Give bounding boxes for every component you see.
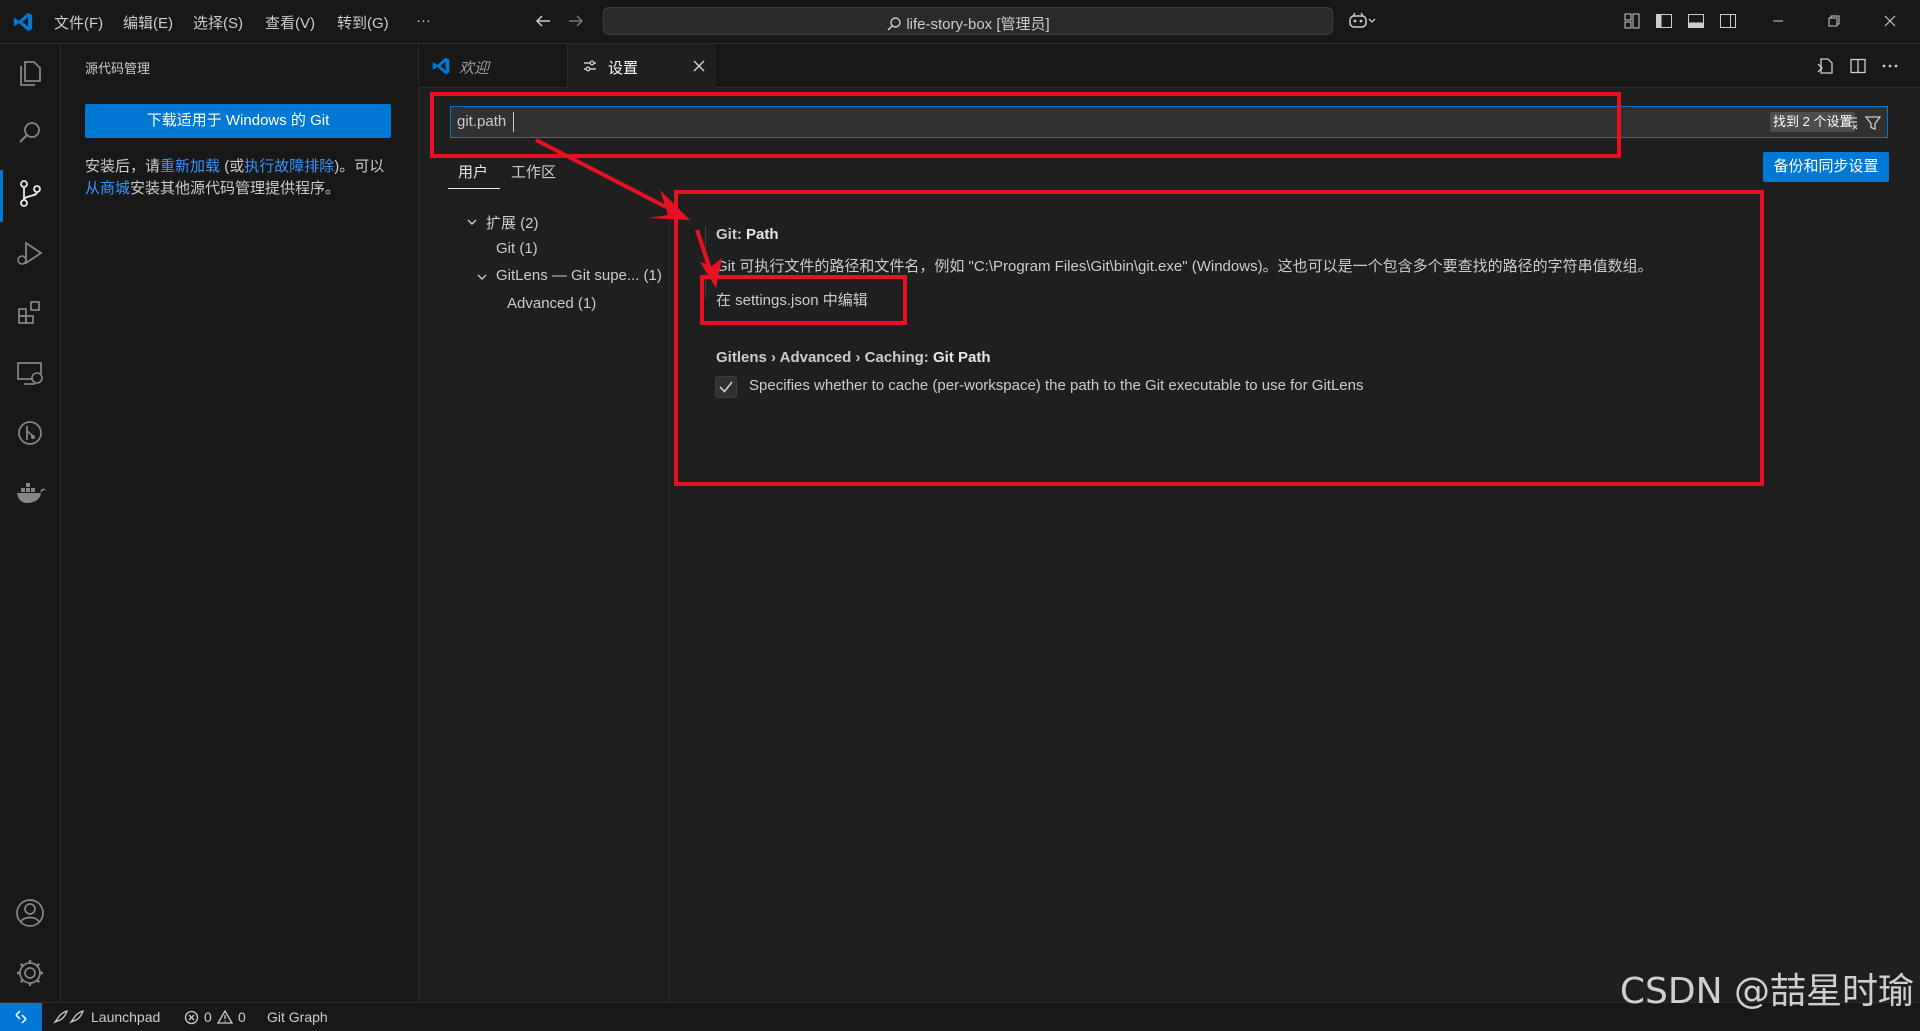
download-git-button[interactable]: 下载适用于 Windows 的 Git	[85, 104, 391, 138]
remote-explorer-icon[interactable]	[13, 356, 47, 390]
customize-layout-icon[interactable]	[1622, 11, 1642, 31]
annotation-box-results	[674, 190, 1764, 486]
scope-tab-workspace[interactable]: 工作区	[511, 161, 556, 182]
warning-icon	[217, 1009, 233, 1024]
restore-icon[interactable]	[1824, 11, 1844, 31]
close-tab-icon[interactable]	[692, 59, 706, 73]
accounts-icon[interactable]	[13, 896, 47, 930]
error-count[interactable]: 0	[204, 1009, 212, 1025]
menu-selection[interactable]: 选择(S)	[193, 12, 243, 33]
reload-link[interactable]: 重新加载	[160, 158, 220, 175]
toggle-secondary-sidebar-icon[interactable]	[1718, 11, 1738, 31]
remote-indicator[interactable]	[0, 1003, 42, 1031]
docker-icon[interactable]	[13, 476, 47, 510]
source-control-icon[interactable]	[13, 176, 47, 210]
search-icon	[887, 17, 902, 31]
csdn-watermark: CSDN @喆星时瑜	[1619, 971, 1914, 1012]
git-graph-icon[interactable]	[13, 416, 47, 450]
forward-arrow-icon[interactable]	[566, 11, 586, 31]
tab-welcome[interactable]: 欢迎	[419, 44, 568, 87]
search-icon[interactable]	[13, 116, 47, 150]
menu-edit[interactable]: 编辑(E)	[123, 12, 173, 33]
error-icon	[184, 1010, 199, 1025]
toggle-panel-icon[interactable]	[1686, 11, 1706, 31]
copilot-icon[interactable]	[1348, 11, 1378, 31]
toc-item-git[interactable]: Git (1)	[496, 240, 538, 257]
toc-divider	[669, 200, 670, 1002]
toc-item-extensions[interactable]: 扩展 (2)	[486, 212, 539, 233]
troubleshoot-link[interactable]: 执行故障排除	[244, 158, 334, 175]
annotation-box-search	[430, 92, 1621, 158]
remote-icon	[15, 1010, 27, 1024]
clear-filter-icon[interactable]	[1841, 114, 1859, 132]
manage-gear-icon[interactable]	[13, 956, 47, 990]
back-arrow-icon[interactable]	[533, 11, 553, 31]
tab-welcome-label: 欢迎	[459, 60, 490, 77]
editor-tab-bar: 欢迎 设置	[419, 44, 1920, 88]
open-settings-json-icon[interactable]	[1815, 56, 1835, 76]
scope-tab-underline	[448, 188, 500, 189]
message-text: (或	[220, 158, 245, 175]
filter-icon[interactable]	[1864, 114, 1882, 132]
git-graph-status[interactable]: Git Graph	[267, 1009, 328, 1025]
toggle-primary-sidebar-icon[interactable]	[1654, 11, 1674, 31]
message-text: )。可以	[334, 158, 385, 175]
command-center[interactable]: life-story-box [管理员]	[603, 7, 1333, 35]
tab-settings[interactable]: 设置	[568, 44, 716, 88]
settings-sliders-icon	[584, 60, 596, 72]
extensions-icon[interactable]	[13, 296, 47, 330]
title-bar: 文件(F) 编辑(E) 选择(S) 查看(V) 转到(G) ··· life-s…	[0, 0, 1920, 44]
chevron-down-icon[interactable]	[475, 270, 489, 284]
warning-count[interactable]: 0	[238, 1009, 246, 1025]
source-control-sidebar: 源代码管理 下载适用于 Windows 的 Git 安装后，请重新加载 (或执行…	[61, 44, 419, 1002]
annotation-box-link	[700, 275, 907, 325]
launchpad-rocket-icon	[53, 1009, 85, 1024]
vscode-logo-icon	[13, 12, 33, 32]
activity-bar	[0, 44, 61, 1002]
active-indicator	[0, 170, 3, 222]
scope-tab-user[interactable]: 用户	[458, 161, 488, 182]
run-and-debug-icon[interactable]	[13, 236, 47, 270]
split-editor-icon[interactable]	[1848, 56, 1868, 76]
menu-file[interactable]: 文件(F)	[54, 12, 103, 33]
sidebar-title: 源代码管理	[85, 61, 151, 76]
menu-go[interactable]: 转到(G)	[337, 12, 389, 33]
menu-view[interactable]: 查看(V)	[265, 12, 315, 33]
command-center-text: life-story-box [管理员]	[906, 16, 1050, 33]
toc-item-advanced[interactable]: Advanced (1)	[507, 295, 596, 312]
launchpad-status[interactable]: Launchpad	[91, 1009, 160, 1025]
message-text: 安装后，请	[85, 158, 161, 175]
menu-more[interactable]: ···	[416, 12, 431, 29]
explorer-icon[interactable]	[13, 56, 47, 90]
vscode-logo-icon	[432, 57, 450, 75]
backup-sync-button[interactable]: 备份和同步设置	[1763, 152, 1889, 182]
sidebar-message: 安装后，请重新加载 (或执行故障排除)。可以从商城安装其他源代码管理提供程序。	[85, 156, 385, 200]
chevron-down-icon[interactable]	[465, 215, 479, 229]
minimize-icon[interactable]	[1768, 11, 1788, 31]
close-window-icon[interactable]	[1880, 11, 1900, 31]
message-text: 安装其他源代码管理提供程序。	[130, 180, 341, 197]
toc-item-gitlens[interactable]: GitLens — Git supe... (1)	[496, 267, 662, 284]
marketplace-link[interactable]: 从商城	[85, 180, 130, 197]
tab-settings-label: 设置	[608, 60, 639, 77]
more-actions-icon[interactable]	[1880, 56, 1900, 76]
